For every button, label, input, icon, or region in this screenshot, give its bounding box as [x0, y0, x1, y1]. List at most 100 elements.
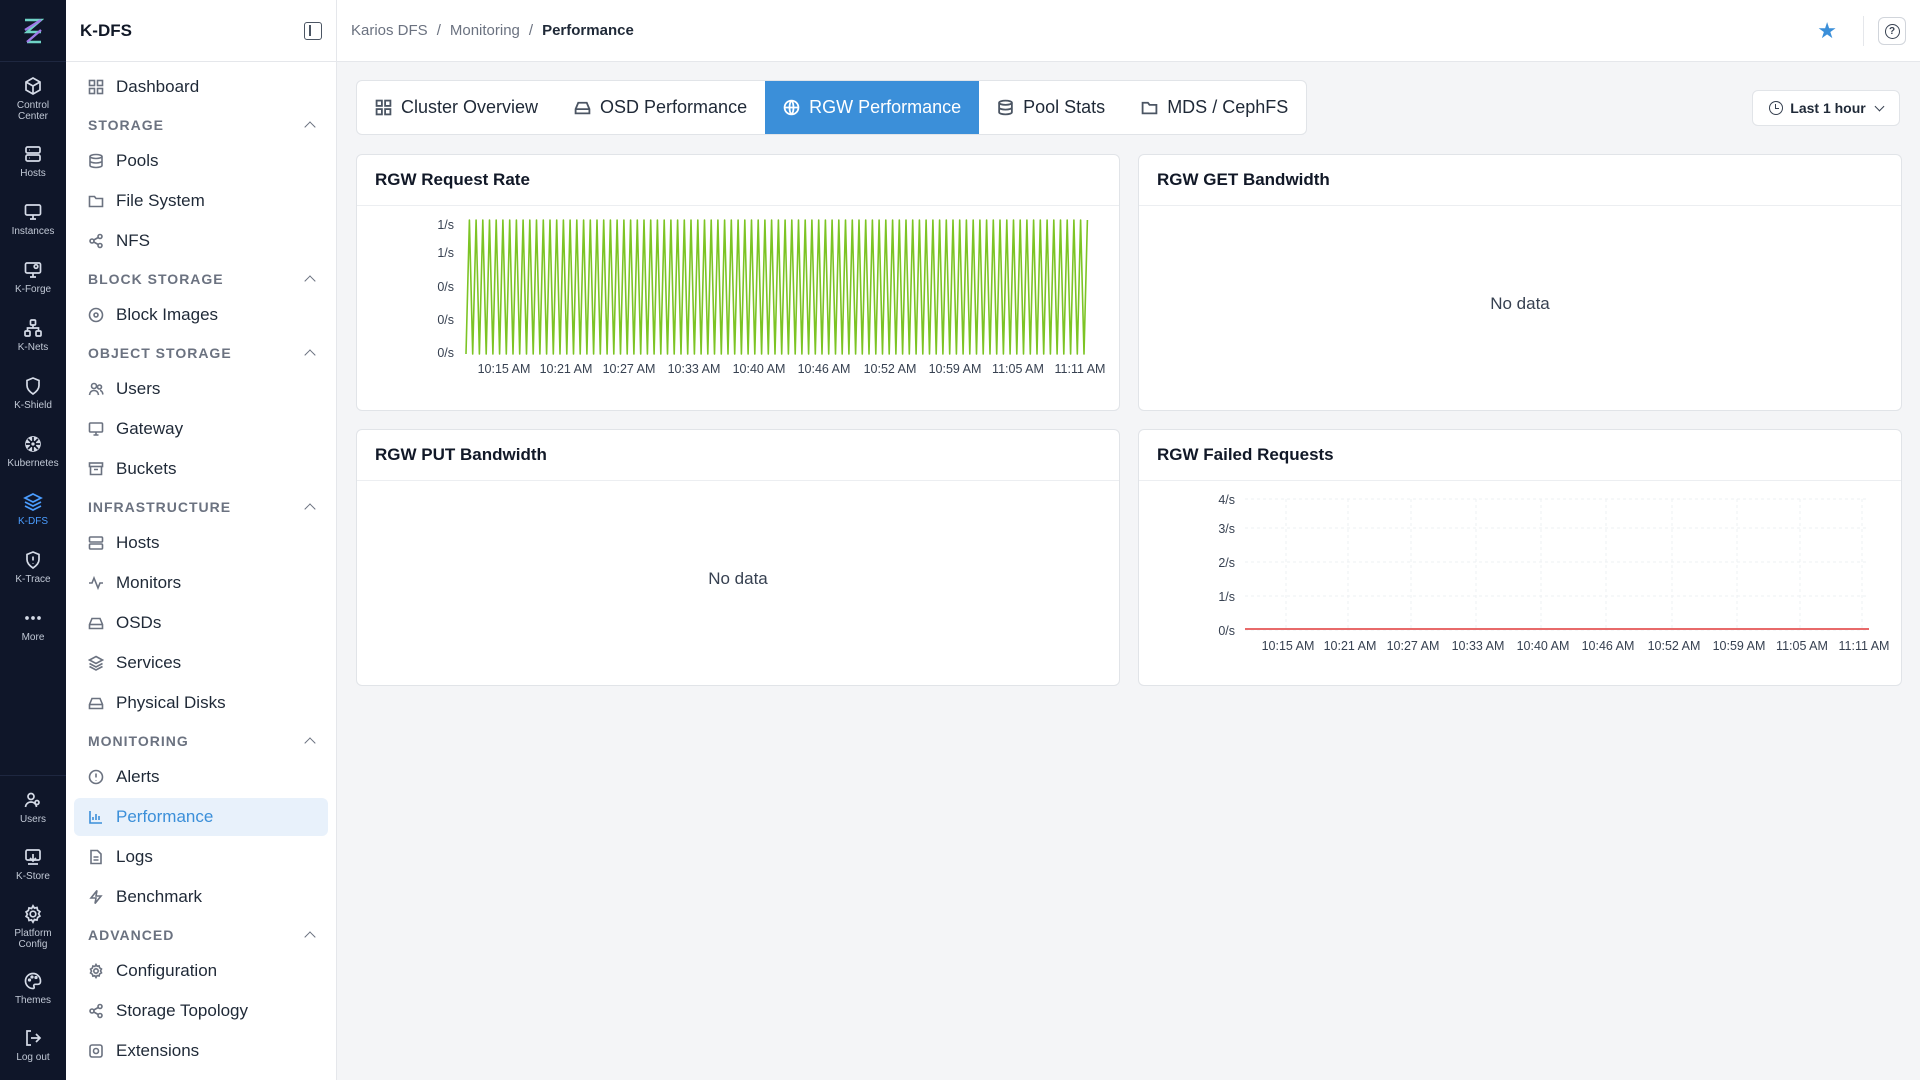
folder-icon — [1141, 101, 1158, 115]
sidebar-item-users[interactable]: Users — [74, 370, 328, 408]
sidebar-item-dashboard[interactable]: Dashboard — [74, 68, 328, 106]
x-tick-label: 10:52 AM — [864, 362, 917, 376]
failed-requests-chart[interactable]: 4/s 3/s 2/s 1/s 0/s 10:15 AM 10:21 AM 10:27 AM 1… — [1139, 481, 1903, 686]
tab-pool-stats[interactable]: Pool Stats — [979, 81, 1123, 134]
sidebar-item-alerts[interactable]: Alerts — [74, 758, 328, 796]
rail-item-label: Hosts — [20, 168, 46, 179]
sidebar-item-nfs[interactable]: NFS — [74, 222, 328, 260]
sidebar-item-monitors[interactable]: Monitors — [74, 564, 328, 602]
users-icon — [24, 792, 40, 808]
tab-label: Pool Stats — [1023, 97, 1106, 117]
database-icon — [998, 99, 1013, 116]
performance-tabs: Cluster Overview OSD Performance RGW Per… — [356, 80, 1308, 135]
rail-item-log-out[interactable]: Log out — [0, 1020, 66, 1080]
sidebar-item-logs[interactable]: Logs — [74, 838, 328, 876]
rail-item-k-shield[interactable]: K-Shield — [0, 368, 66, 426]
logout-icon — [26, 1030, 42, 1046]
sidebar-item-label: Buckets — [116, 459, 177, 478]
sidebar-item-label: Gateway — [116, 419, 184, 438]
app-logo-icon[interactable] — [0, 0, 66, 62]
cube-icon — [25, 77, 41, 95]
tab-label: MDS / CephFS — [1167, 97, 1289, 117]
rail-item-label: K-Store — [16, 871, 50, 882]
sidebar-section-advanced[interactable]: ADVANCED — [74, 918, 328, 952]
section-title: STORAGE — [88, 117, 164, 133]
sidebar-item-label: NFS — [116, 231, 150, 250]
rail-item-k-dfs[interactable]: K-DFS — [0, 484, 66, 542]
y-tick-label: 0/s — [437, 313, 454, 327]
sidebar-item-buckets[interactable]: Buckets — [74, 450, 328, 488]
sidebar-item-label: Hosts — [116, 533, 160, 552]
favorite-star-icon[interactable]: ★ — [1817, 18, 1837, 44]
clock-icon — [1769, 101, 1784, 115]
sidebar-item-label: Alerts — [116, 767, 160, 786]
panel-title: RGW PUT Bandwidth — [357, 430, 1119, 481]
monitor-gear-icon — [24, 262, 42, 278]
sidebar-item-label: Services — [116, 653, 182, 672]
rail-item-kubernetes[interactable]: Kubernetes — [0, 426, 66, 484]
sidebar-item-configuration[interactable]: Configuration — [74, 952, 328, 990]
tab-cluster-overview[interactable]: Cluster Overview — [357, 81, 556, 134]
sidebar-section-infra[interactable]: INFRASTRUCTURE — [74, 490, 328, 524]
sidebar-item-label: File System — [116, 191, 205, 210]
sidebar-item-block-images[interactable]: Block Images — [74, 296, 328, 334]
rail-item-label: K-Shield — [14, 400, 52, 411]
shield-icon — [26, 377, 40, 396]
time-range-select[interactable]: Last 1 hour — [1752, 90, 1900, 126]
shield-alert-icon — [26, 551, 40, 570]
divider — [1863, 16, 1864, 46]
rail-item-themes[interactable]: Themes — [0, 963, 66, 1020]
palette-icon — [24, 972, 42, 990]
sidebar-item-gateway[interactable]: Gateway — [74, 410, 328, 448]
tab-mds-cephfs[interactable]: MDS / CephFS — [1123, 81, 1306, 134]
breadcrumb-item[interactable]: Monitoring — [450, 22, 520, 39]
sidebar-section-storage[interactable]: STORAGE — [74, 108, 328, 142]
rail-item-label: Themes — [14, 995, 52, 1006]
breadcrumb-item[interactable]: Karios DFS — [351, 22, 428, 39]
rail-item-control-center[interactable]: Control Center — [0, 68, 66, 136]
chevron-up-icon — [304, 737, 316, 749]
rail-item-k-trace[interactable]: K-Trace — [0, 542, 66, 600]
rail-item-more[interactable]: More — [0, 600, 66, 658]
panel-title: RGW Request Rate — [357, 155, 1119, 206]
sidebar-item-hosts[interactable]: Hosts — [74, 524, 328, 562]
rail-item-label: K-Forge — [14, 284, 52, 295]
rail-item-instances[interactable]: Instances — [0, 194, 66, 252]
more-icon — [25, 616, 41, 620]
x-tick-label: 10:46 AM — [798, 362, 851, 376]
rail-item-k-forge[interactable]: K-Forge — [0, 252, 66, 310]
sidebar-item-performance[interactable]: Performance — [74, 798, 328, 836]
help-button[interactable]: ? — [1878, 17, 1906, 45]
sidebar-item-storage-topology[interactable]: Storage Topology — [74, 992, 328, 1030]
sidebar-section-monitoring[interactable]: MONITORING — [74, 724, 328, 758]
tab-rgw-performance[interactable]: RGW Performance — [765, 81, 980, 134]
rail-item-platform-config[interactable]: Platform Config — [0, 896, 66, 963]
sidebar-item-extensions[interactable]: Extensions — [74, 1032, 328, 1070]
app-rail: Control Center Hosts Instances K-Forge K-Net… — [0, 0, 66, 1080]
collapse-sidebar-icon[interactable] — [304, 21, 322, 40]
rail-item-label: Platform Config — [14, 928, 52, 950]
rail-item-k-store[interactable]: K-Store — [0, 839, 66, 896]
rail-item-k-nets[interactable]: K-Nets — [0, 310, 66, 368]
disc-icon — [88, 307, 104, 323]
grid-icon — [375, 99, 392, 116]
sidebar-section-block[interactable]: BLOCK STORAGE — [74, 262, 328, 296]
sidebar-item-label: Benchmark — [116, 887, 202, 906]
sidebar-item-physical-disks[interactable]: Physical Disks — [74, 684, 328, 722]
x-tick-label: 10:15 AM — [478, 362, 531, 376]
alert-circle-icon — [88, 769, 104, 785]
tab-label: RGW Performance — [809, 97, 962, 117]
tab-osd-performance[interactable]: OSD Performance — [556, 81, 765, 134]
server-icon — [88, 536, 104, 550]
rail-item-users[interactable]: Users — [0, 782, 66, 839]
sidebar-item-file-system[interactable]: File System — [74, 182, 328, 220]
sidebar-item-osds[interactable]: OSDs — [74, 604, 328, 642]
sidebar-item-benchmark[interactable]: Benchmark — [74, 878, 328, 916]
request-rate-chart[interactable]: 1/s 1/s 0/s 0/s 0/s 10:15 AM 10:21 AM 10:27 AM 1… — [357, 206, 1121, 411]
sidebar-section-object[interactable]: OBJECT STORAGE — [74, 336, 328, 370]
sidebar-item-pools[interactable]: Pools — [74, 142, 328, 180]
x-tick-label: 10:40 AM — [733, 362, 786, 376]
hard-drive-icon — [88, 697, 104, 710]
sidebar-item-services[interactable]: Services — [74, 644, 328, 682]
rail-item-hosts[interactable]: Hosts — [0, 136, 66, 194]
